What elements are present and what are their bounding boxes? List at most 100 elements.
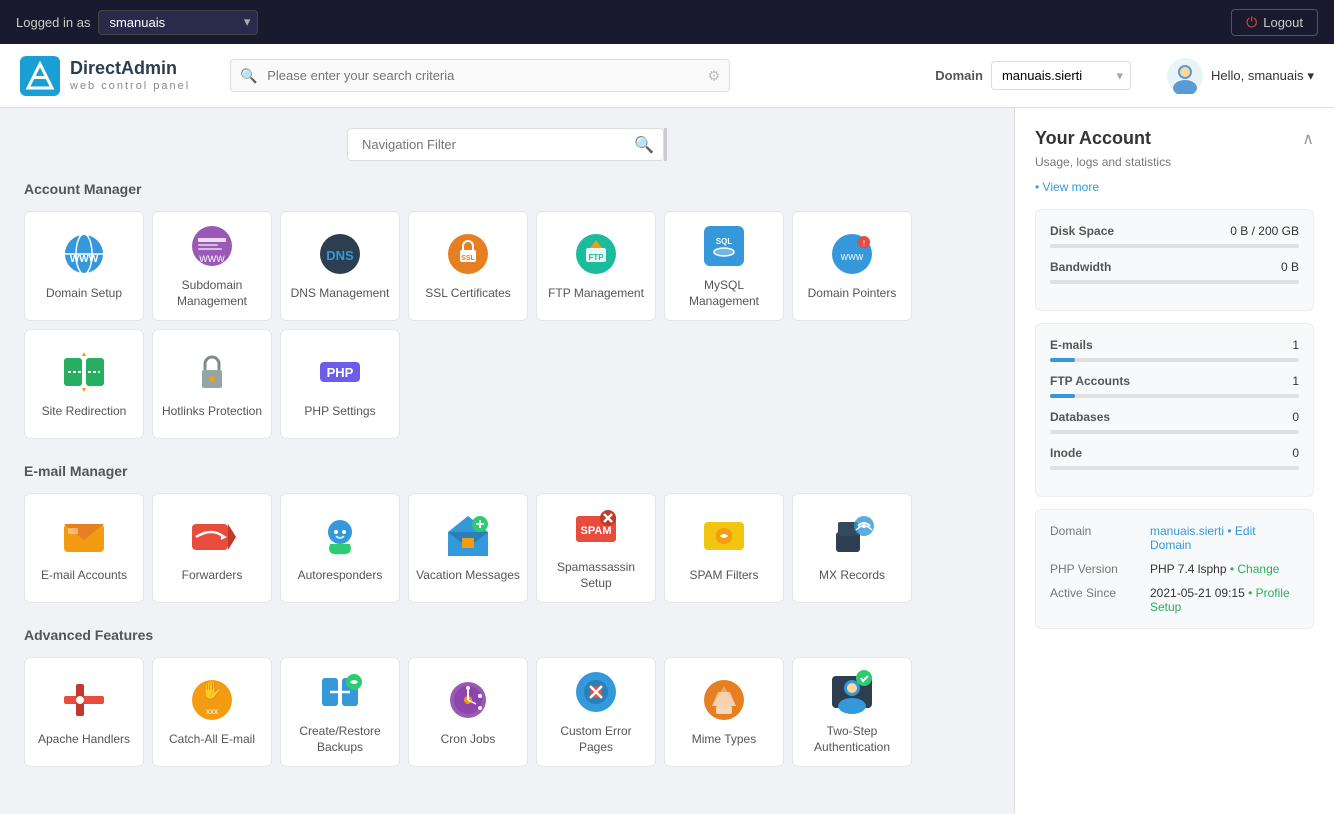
card-subdomain-mgmt[interactable]: WWW Subdomain Management [152,211,272,321]
domain-select[interactable]: manuais.sierti [991,61,1131,90]
mime-types-icon [700,676,748,724]
catch-all-email-icon: ✋ xxx [188,676,236,724]
bandwidth-row: Bandwidth 0 B [1050,260,1299,274]
card-forwarders[interactable]: Forwarders [152,493,272,603]
forwarders-icon [188,512,236,560]
ftp-bar [1050,394,1299,398]
inode-stat: Inode 0 [1050,446,1299,470]
card-domain-pointers[interactable]: WWW ! Domain Pointers [792,211,912,321]
mx-records-label: MX Records [819,568,885,584]
card-domain-setup[interactable]: WWW Domain Setup [24,211,144,321]
card-hotlinks-protection[interactable]: Hotlinks Protection [152,329,272,439]
card-mx-records[interactable]: MX Records [792,493,912,603]
hotlinks-protection-icon [188,348,236,396]
card-autoresponders[interactable]: Autoresponders [280,493,400,603]
card-mime-types[interactable]: Mime Types [664,657,784,767]
domain-info-php-key: PHP Version [1050,562,1150,576]
svg-text:DNS: DNS [326,248,354,263]
mx-records-icon [828,512,876,560]
svg-text:WWW: WWW [841,253,864,262]
card-spamassassin[interactable]: SPAM Spamassassin Setup [536,493,656,603]
domain-info-group: Domain manuais.sierti • Edit Domain PHP … [1035,509,1314,629]
catch-all-email-label: Catch-All E-mail [169,732,255,748]
svg-text:SQL: SQL [716,237,733,246]
databases-bar [1050,430,1299,434]
top-bar: Logged in as smanuais ⏻ Logout [0,0,1334,44]
main-layout: 🔍 Account Manager WWW [0,108,1334,814]
logo[interactable]: DirectAdmin web control panel [20,56,190,96]
card-vacation-messages[interactable]: Vacation Messages [408,493,528,603]
databases-row: Databases 0 [1050,410,1299,424]
email-manager-title: E-mail Manager [24,463,990,479]
stats-group: E-mails 1 FTP Accounts 1 Databases [1035,323,1314,497]
disk-space-value: 0 B / 200 GB [1230,224,1299,238]
nav-filter-row: 🔍 [24,128,990,161]
card-php-settings[interactable]: PHP PHP Settings [280,329,400,439]
site-redirection-label: Site Redirection [42,404,127,420]
logout-button[interactable]: ⏻ Logout [1231,9,1318,36]
svg-text:WWW: WWW [199,254,225,264]
user-dropdown-icon: ▾ [1307,68,1314,84]
card-dns-mgmt[interactable]: DNS DNS Management [280,211,400,321]
user-select-wrapper: smanuais [98,10,258,35]
email-manager-grid: E-mail Accounts Forwarders [24,493,990,603]
header: DirectAdmin web control panel 🔍 ⚙ Domain… [0,44,1334,108]
card-ftp-mgmt[interactable]: FTP FTP Management [536,211,656,321]
user-greeting[interactable]: Hello, smanuais ▾ [1211,68,1314,84]
card-site-redirection[interactable]: Site Redirection [24,329,144,439]
email-accounts-icon [60,512,108,560]
domain-info-domain-row: Domain manuais.sierti • Edit Domain [1050,524,1299,552]
php-settings-label: PHP Settings [304,404,375,420]
emails-stat: E-mails 1 [1050,338,1299,362]
advanced-features-title: Advanced Features [24,627,990,643]
ftp-value: 1 [1292,374,1299,388]
php-settings-icon: PHP [316,348,364,396]
autoresponders-icon [316,512,364,560]
email-accounts-label: E-mail Accounts [41,568,127,584]
top-bar-left: Logged in as smanuais [16,10,258,35]
card-two-step-auth[interactable]: Two-Step Authentication [792,657,912,767]
card-apache-handlers[interactable]: Apache Handlers [24,657,144,767]
ftp-row: FTP Accounts 1 [1050,374,1299,388]
search-input[interactable] [230,59,730,92]
view-more-link[interactable]: • View more [1035,180,1099,194]
settings-icon[interactable]: ⚙ [708,67,721,84]
account-manager-grid: WWW Domain Setup WWW [24,211,990,439]
php-change-link[interactable]: • Change [1230,562,1280,576]
collapse-icon[interactable]: ∧ [1302,129,1314,149]
card-ssl-certs[interactable]: SSL SSL Certificates [408,211,528,321]
vacation-messages-icon [444,512,492,560]
card-custom-error-pages[interactable]: Custom Error Pages [536,657,656,767]
card-catch-all-email[interactable]: ✋ xxx Catch-All E-mail [152,657,272,767]
user-section: Hello, smanuais ▾ [1167,58,1314,94]
ftp-mgmt-icon: FTP [572,230,620,278]
nav-filter-input[interactable] [347,128,664,161]
logo-text: DirectAdmin web control panel [70,58,190,93]
subdomain-mgmt-label: Subdomain Management [159,278,265,309]
two-step-auth-icon [828,668,876,716]
nav-filter-container: 🔍 [347,128,667,161]
card-mysql-mgmt[interactable]: SQL MySQL Management [664,211,784,321]
create-restore-backups-icon [316,668,364,716]
svg-text:FTP: FTP [588,253,604,262]
user-select[interactable]: smanuais [98,10,258,35]
brand-name: DirectAdmin [70,58,190,80]
card-create-restore-backups[interactable]: Create/Restore Backups [280,657,400,767]
ftp-bar-fill [1050,394,1075,398]
active-since-text: 2021-05-21 09:15 [1150,586,1245,600]
databases-value: 0 [1292,410,1299,424]
autoresponders-label: Autoresponders [298,568,383,584]
advanced-features-grid: Apache Handlers ✋ xxx Catch-All E-mail [24,657,990,767]
domain-setup-label: Domain Setup [46,286,122,302]
card-email-accounts[interactable]: E-mail Accounts [24,493,144,603]
domain-value-link[interactable]: manuais.sierti [1150,524,1224,538]
card-spam-filters[interactable]: SPAM Filters [664,493,784,603]
inode-value: 0 [1292,446,1299,460]
nav-filter-search-icon: 🔍 [634,135,654,155]
cron-jobs-icon [444,676,492,724]
php-version-text: PHP 7.4 lsphp [1150,562,1227,576]
emails-bar [1050,358,1299,362]
create-restore-backups-label: Create/Restore Backups [287,724,393,755]
card-cron-jobs[interactable]: Cron Jobs [408,657,528,767]
panel-header: Your Account ∧ [1035,128,1314,149]
